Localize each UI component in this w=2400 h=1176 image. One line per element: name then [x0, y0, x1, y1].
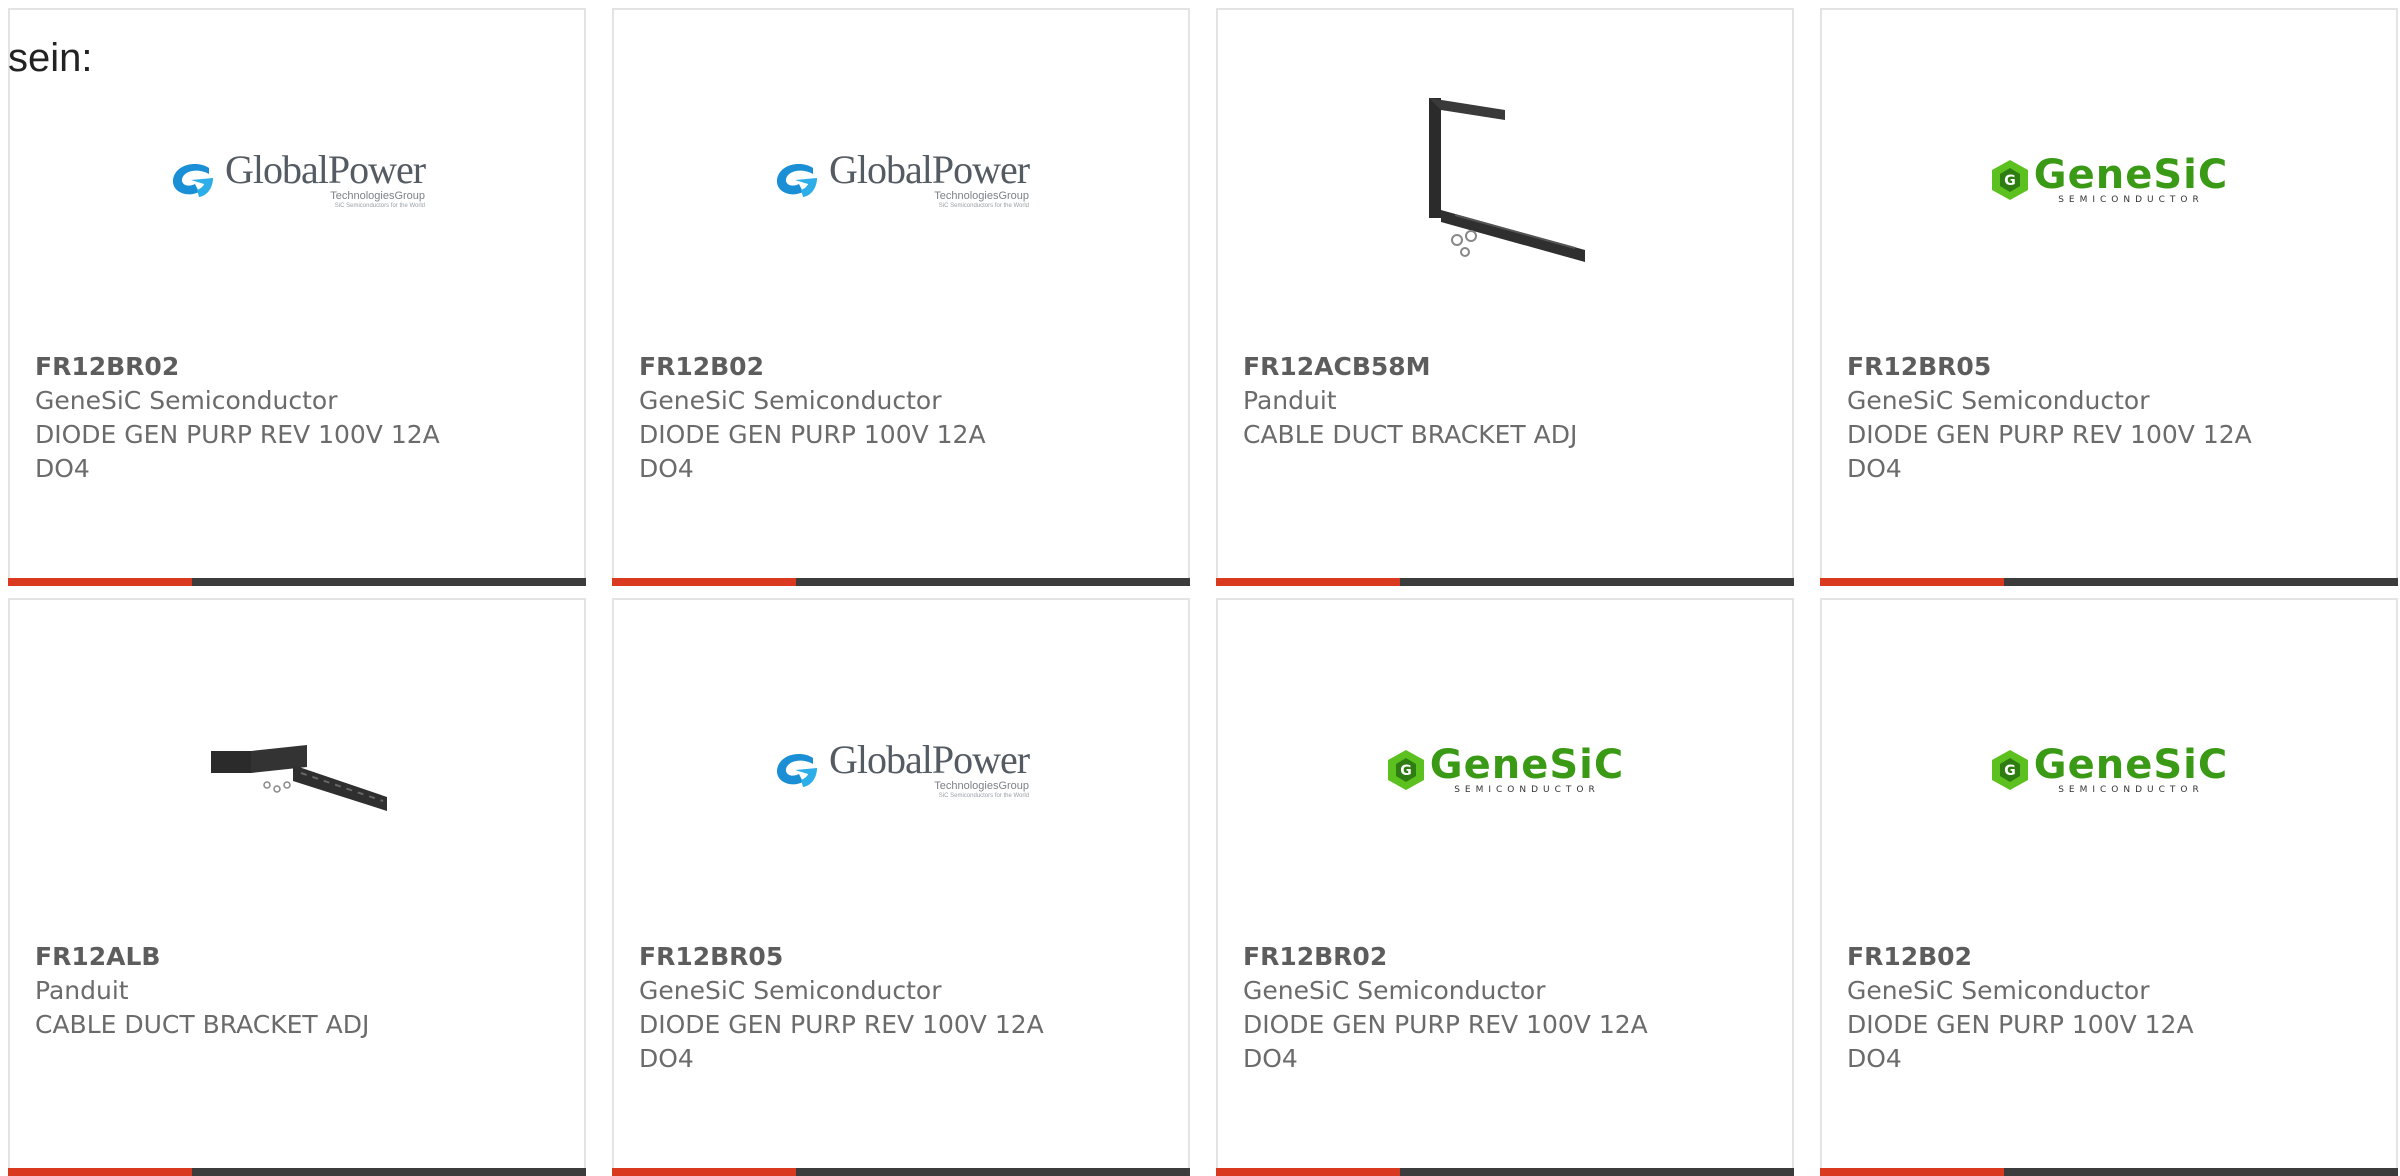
- product-card[interactable]: G GeneSiC SEMICONDUCTOR FR12B02 GeneSiC …: [1820, 598, 2398, 1176]
- svg-text:G: G: [2004, 763, 2016, 779]
- product-card[interactable]: GlobalPower TechnologiesGroup SiC Semico…: [8, 8, 586, 586]
- description: CABLE DUCT BRACKET ADJ: [35, 1010, 370, 1039]
- product-image: GlobalPower TechnologiesGroup SiC Semico…: [614, 620, 1188, 920]
- card-accent-bar: [1820, 578, 2004, 586]
- card-bottom-bar: [612, 1168, 1190, 1176]
- card-accent-bar: [1820, 1168, 2004, 1176]
- genesic-logo: G GeneSiC SEMICONDUCTOR: [1386, 745, 1624, 796]
- globalpower-logo: GlobalPower TechnologiesGroup SiC Semico…: [169, 150, 426, 210]
- description: DIODE GEN PURP REV 100V 12A DO4: [1847, 420, 2252, 483]
- product-image: G GeneSiC SEMICONDUCTOR: [1822, 620, 2396, 920]
- product-image: GlobalPower TechnologiesGroup SiC Semico…: [10, 30, 584, 330]
- product-image: [1218, 30, 1792, 330]
- card-accent-bar: [612, 578, 796, 586]
- part-number[interactable]: FR12ACB58M: [1243, 350, 1652, 384]
- description: DIODE GEN PURP REV 100V 12A DO4: [639, 1010, 1044, 1073]
- product-image: G GeneSiC SEMICONDUCTOR: [1822, 30, 2396, 330]
- part-number[interactable]: FR12BR05: [1847, 350, 2256, 384]
- card-bottom-bar: [612, 578, 1190, 586]
- description: DIODE GEN PURP REV 100V 12A DO4: [1243, 1010, 1648, 1073]
- svg-text:G: G: [2004, 173, 2016, 189]
- card-accent-bar: [612, 1168, 796, 1176]
- product-image: G GeneSiC SEMICONDUCTOR: [1218, 620, 1792, 920]
- product-card[interactable]: GlobalPower TechnologiesGroup SiC Semico…: [612, 8, 1190, 586]
- card-bottom-bar: [1820, 578, 2398, 586]
- manufacturer: Panduit: [1243, 386, 1337, 415]
- svg-text:G: G: [1400, 763, 1412, 779]
- product-card[interactable]: FR12ALB Panduit CABLE DUCT BRACKET ADJ: [8, 598, 586, 1176]
- description: DIODE GEN PURP 100V 12A DO4: [1847, 1010, 2194, 1073]
- card-accent-bar: [1216, 1168, 1400, 1176]
- description: DIODE GEN PURP REV 100V 12A DO4: [35, 420, 440, 483]
- card-accent-bar: [1216, 578, 1400, 586]
- part-number[interactable]: FR12ALB: [35, 940, 444, 974]
- genesic-hexagon-icon: G: [1991, 160, 2028, 200]
- card-accent-bar: [8, 1168, 192, 1176]
- part-number[interactable]: FR12BR02: [1243, 940, 1652, 974]
- card-bottom-bar: [1216, 1168, 1794, 1176]
- genesic-hexagon-icon: G: [1387, 750, 1424, 790]
- description: CABLE DUCT BRACKET ADJ: [1243, 420, 1578, 449]
- manufacturer: GeneSiC Semiconductor: [639, 976, 942, 1005]
- manufacturer: GeneSiC Semiconductor: [639, 386, 942, 415]
- product-image: GlobalPower TechnologiesGroup SiC Semico…: [614, 30, 1188, 330]
- card-bottom-bar: [1216, 578, 1794, 586]
- description: DIODE GEN PURP 100V 12A DO4: [639, 420, 986, 483]
- genesic-hexagon-icon: G: [1991, 750, 2028, 790]
- part-number[interactable]: FR12B02: [1847, 940, 2256, 974]
- product-card[interactable]: FR12ACB58M Panduit CABLE DUCT BRACKET AD…: [1216, 8, 1794, 586]
- globalpower-swirl-icon: [172, 164, 213, 197]
- globalpower-logo: GlobalPower TechnologiesGroup SiC Semico…: [773, 740, 1030, 800]
- genesic-logo: G GeneSiC SEMICONDUCTOR: [1990, 745, 2228, 796]
- product-card[interactable]: G GeneSiC SEMICONDUCTOR FR12BR05 GeneSiC…: [1820, 8, 2398, 586]
- product-card[interactable]: G GeneSiC SEMICONDUCTOR FR12BR02 GeneSiC…: [1216, 598, 1794, 1176]
- part-number[interactable]: FR12BR02: [35, 350, 444, 384]
- manufacturer: GeneSiC Semiconductor: [35, 386, 338, 415]
- manufacturer: GeneSiC Semiconductor: [1847, 386, 2150, 415]
- manufacturer: GeneSiC Semiconductor: [1243, 976, 1546, 1005]
- manufacturer: GeneSiC Semiconductor: [1847, 976, 2150, 1005]
- product-grid: GlobalPower TechnologiesGroup SiC Semico…: [8, 8, 2398, 1176]
- card-bottom-bar: [8, 1168, 586, 1176]
- part-number[interactable]: FR12B02: [639, 350, 1048, 384]
- cable-duct-bracket-image: [1429, 98, 1585, 262]
- caption-text: sein:: [8, 36, 93, 80]
- card-bottom-bar: [1820, 1168, 2398, 1176]
- product-card[interactable]: GlobalPower TechnologiesGroup SiC Semico…: [612, 598, 1190, 1176]
- card-bottom-bar: [8, 578, 586, 586]
- globalpower-swirl-icon: [776, 164, 817, 197]
- product-image: [10, 620, 584, 920]
- part-number[interactable]: FR12BR05: [639, 940, 1048, 974]
- card-accent-bar: [8, 578, 192, 586]
- globalpower-logo: GlobalPower TechnologiesGroup SiC Semico…: [773, 150, 1030, 210]
- genesic-logo: G GeneSiC SEMICONDUCTOR: [1990, 155, 2228, 206]
- globalpower-swirl-icon: [776, 754, 817, 787]
- manufacturer: Panduit: [35, 976, 129, 1005]
- cable-duct-bracket-image: [211, 745, 387, 811]
